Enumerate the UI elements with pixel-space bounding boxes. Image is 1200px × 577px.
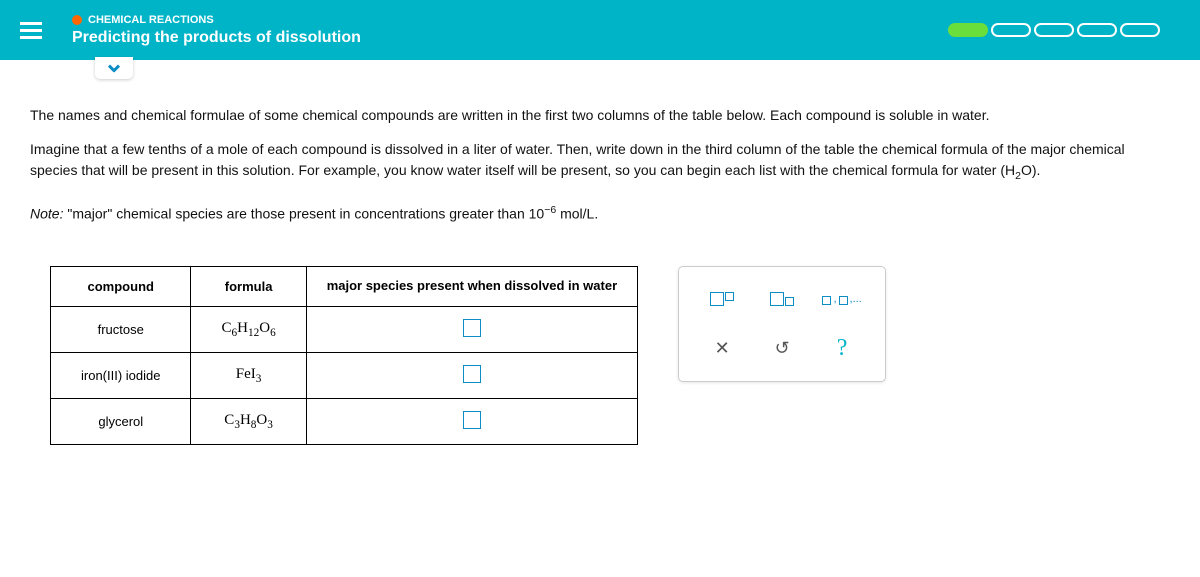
menu-icon[interactable]	[20, 22, 42, 39]
species-input	[306, 352, 637, 398]
compound-formula: C3H8O3	[191, 398, 306, 444]
input-box[interactable]	[463, 411, 481, 429]
help-icon: ?	[837, 335, 848, 362]
progress-segment	[991, 23, 1031, 37]
compound-formula: FeI3	[191, 352, 306, 398]
table-header-row: compound formula major species present w…	[51, 266, 638, 306]
progress-indicator	[948, 23, 1160, 37]
species-input	[306, 398, 637, 444]
problem-statement: The names and chemical formulae of some …	[30, 105, 1170, 226]
content-area: The names and chemical formulae of some …	[0, 60, 1200, 465]
answer-section: compound formula major species present w…	[30, 266, 1170, 445]
chevron-down-icon	[108, 64, 120, 72]
compound-name: fructose	[51, 306, 191, 352]
superscript-button[interactable]	[710, 292, 734, 306]
subscript-button[interactable]	[770, 292, 794, 306]
compound-name: glycerol	[51, 398, 191, 444]
table-row: fructose C6H12O6	[51, 306, 638, 352]
progress-segment	[1077, 23, 1117, 37]
breadcrumb-label: CHEMICAL REACTIONS	[88, 14, 214, 26]
progress-segment	[1120, 23, 1160, 37]
input-box[interactable]	[463, 365, 481, 383]
clear-button[interactable]: ✕	[715, 338, 730, 359]
list-button[interactable]: ,,...	[822, 293, 861, 305]
species-input	[306, 306, 637, 352]
orange-dot-icon	[72, 15, 82, 25]
breadcrumb: CHEMICAL REACTIONS	[72, 14, 948, 26]
input-box[interactable]	[463, 319, 481, 337]
table-row: glycerol C3H8O3	[51, 398, 638, 444]
reset-icon: ↺	[775, 338, 790, 359]
compound-name: iron(III) iodide	[51, 352, 191, 398]
header-bar: CHEMICAL REACTIONS Predicting the produc…	[0, 0, 1200, 60]
help-button[interactable]: ?	[837, 335, 848, 362]
page-title: Predicting the products of dissolution	[72, 29, 948, 47]
compound-table: compound formula major species present w…	[50, 266, 638, 445]
col-formula: formula	[191, 266, 306, 306]
col-compound: compound	[51, 266, 191, 306]
progress-segment	[1034, 23, 1074, 37]
paragraph-1: The names and chemical formulae of some …	[30, 105, 1170, 127]
progress-segment	[948, 23, 988, 37]
reset-button[interactable]: ↺	[775, 338, 790, 359]
compound-formula: C6H12O6	[191, 306, 306, 352]
col-species: major species present when dissolved in …	[306, 266, 637, 306]
paragraph-2: Imagine that a few tenths of a mole of e…	[30, 139, 1170, 185]
expand-toggle[interactable]	[95, 57, 133, 79]
table-row: iron(III) iodide FeI3	[51, 352, 638, 398]
x-icon: ✕	[715, 338, 730, 359]
note-line: Note: "major" chemical species are those…	[30, 202, 1170, 225]
input-toolbox: ,,... ✕ ↺ ?	[678, 266, 886, 382]
header-text: CHEMICAL REACTIONS Predicting the produc…	[72, 14, 948, 47]
